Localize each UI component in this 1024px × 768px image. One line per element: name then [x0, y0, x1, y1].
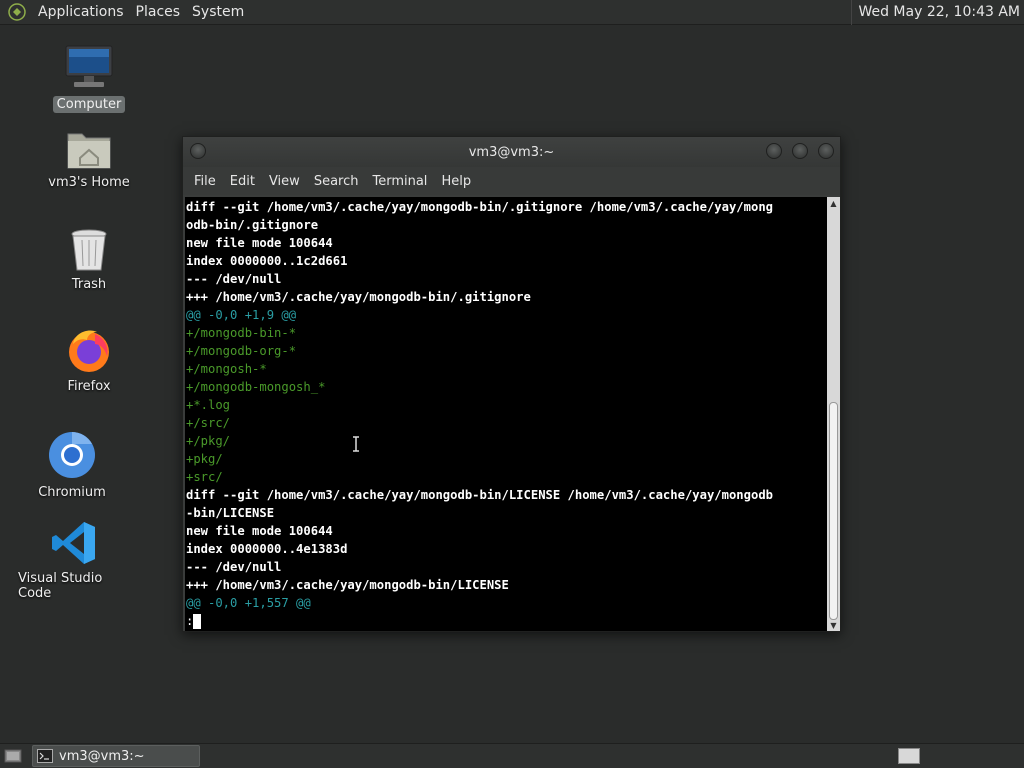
clock[interactable]: Wed May 22, 10:43 AM: [851, 0, 1024, 25]
terminal-line: +++ /home/vm3/.cache/yay/mongodb-bin/.gi…: [186, 290, 531, 304]
taskbar-item-terminal[interactable]: vm3@vm3:~: [32, 745, 200, 767]
terminal-window: vm3@vm3:~ File Edit View Search Terminal…: [182, 136, 841, 632]
terminal-line: +/pkg/: [186, 434, 231, 448]
terminal-line: index 0000000..4e1383d: [186, 542, 348, 556]
ibeam-cursor-icon: [352, 436, 360, 452]
terminal-scrollbar[interactable]: ▲ ▼: [827, 197, 840, 631]
pager-prompt: :: [186, 614, 194, 628]
desktop-icon-chromium[interactable]: Chromium: [12, 430, 132, 501]
terminal-output[interactable]: diff --git /home/vm3/.cache/yay/mongodb-…: [185, 197, 827, 631]
close-button[interactable]: [818, 143, 834, 159]
desktop-icon-label: Visual Studio Code: [18, 571, 103, 601]
terminal-line: @@ -0,0 +1,557 @@: [186, 596, 311, 610]
scroll-down-arrow-icon[interactable]: ▼: [827, 619, 840, 631]
menu-file[interactable]: File: [187, 174, 223, 189]
window-title: vm3@vm3:~: [468, 144, 555, 160]
terminal-line: odb-bin/.gitignore: [186, 218, 319, 232]
system-menu[interactable]: System: [186, 4, 250, 20]
terminal-line: --- /dev/null: [186, 272, 282, 286]
top-panel: Applications Places System Wed May 22, 1…: [0, 0, 1024, 25]
applications-menu[interactable]: Applications: [32, 4, 130, 20]
desktop-icon-home[interactable]: vm3's Home: [29, 128, 149, 191]
main-menu-icon[interactable]: [8, 3, 26, 21]
terminal-line: new file mode 100644: [186, 236, 333, 250]
places-menu[interactable]: Places: [130, 4, 187, 20]
trash-icon: [71, 229, 107, 271]
chromium-icon: [49, 432, 95, 478]
terminal-line: new file mode 100644: [186, 524, 333, 538]
desktop-icon-trash[interactable]: Trash: [29, 228, 149, 293]
window-menubar: File Edit View Search Terminal Help: [183, 167, 840, 195]
menu-terminal[interactable]: Terminal: [365, 174, 434, 189]
scrollbar-thumb[interactable]: [829, 402, 838, 620]
top-menu: Applications Places System: [32, 4, 250, 20]
menu-edit[interactable]: Edit: [223, 174, 262, 189]
terminal-line: index 0000000..1c2d661: [186, 254, 348, 268]
home-folder-icon: [67, 133, 111, 169]
scroll-up-arrow-icon[interactable]: ▲: [827, 197, 840, 209]
terminal-line: diff --git /home/vm3/.cache/yay/mongodb-…: [186, 488, 773, 502]
desktop-icon-computer[interactable]: Computer: [29, 44, 149, 113]
pager-prompt-line: :: [185, 612, 827, 630]
computer-icon: [65, 45, 113, 87]
terminal-line: +/mongodb-mongosh_*: [186, 380, 326, 394]
terminal-line: +/mongosh-*: [186, 362, 267, 376]
desktop-icon-firefox[interactable]: Firefox: [29, 326, 149, 395]
menu-view[interactable]: View: [262, 174, 307, 189]
maximize-button[interactable]: [792, 143, 808, 159]
menu-help[interactable]: Help: [434, 174, 478, 189]
desktop-icon-label: Chromium: [38, 485, 106, 500]
menu-search[interactable]: Search: [307, 174, 366, 189]
firefox-icon: [69, 330, 109, 372]
terminal-line: -bin/LICENSE: [186, 506, 275, 520]
show-desktop-icon[interactable]: [4, 748, 22, 764]
bottom-panel: vm3@vm3:~: [0, 743, 1024, 768]
terminal-line: @@ -0,0 +1,9 @@: [186, 308, 297, 322]
terminal-line: +*.log: [186, 398, 231, 412]
workspace-switcher[interactable]: [898, 748, 920, 764]
terminal-line: +/mongodb-bin-*: [186, 326, 297, 340]
desktop-icon-vscode[interactable]: Visual Studio Code: [14, 520, 134, 602]
desktop-icon-label: Trash: [71, 277, 107, 292]
text-cursor: [193, 614, 202, 629]
desktop-icon-label: Firefox: [67, 379, 111, 394]
desktop-icon-label: Computer: [52, 96, 126, 113]
terminal-line: --- /dev/null: [186, 560, 282, 574]
terminal-line: +/src/: [186, 416, 231, 430]
terminal-line: +++ /home/vm3/.cache/yay/mongodb-bin/LIC…: [186, 578, 509, 592]
vscode-icon: [52, 522, 95, 564]
terminal-line: diff --git /home/vm3/.cache/yay/mongodb-…: [186, 200, 773, 214]
window-titlebar[interactable]: vm3@vm3:~: [183, 137, 840, 167]
terminal-line: +pkg/: [186, 452, 223, 466]
taskbar-item-label: vm3@vm3:~: [59, 748, 145, 764]
terminal-line: +/mongodb-org-*: [186, 344, 297, 358]
terminal-icon: [37, 749, 53, 763]
terminal-line: +src/: [186, 470, 223, 484]
minimize-button[interactable]: [766, 143, 782, 159]
desktop-icon-label: vm3's Home: [48, 175, 130, 190]
